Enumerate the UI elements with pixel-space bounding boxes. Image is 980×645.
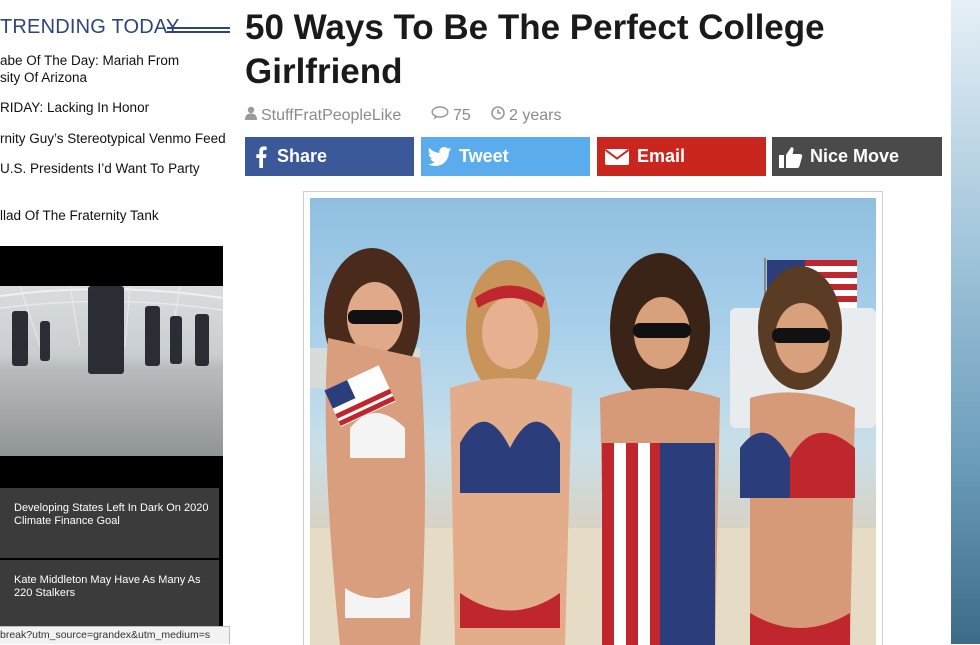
envelope-icon xyxy=(603,147,631,167)
video-thumbnail-figure xyxy=(88,286,124,374)
video-widget: Developing States Left In Dark On 2020 C… xyxy=(0,246,223,632)
video-card[interactable]: Kate Middleton May Have As Many As 220 S… xyxy=(0,560,219,626)
right-edge-background xyxy=(951,0,980,644)
article-image-frame xyxy=(303,191,883,645)
age-meta: 2 years xyxy=(491,106,561,125)
trending-title: TRENDING TODAY xyxy=(0,16,180,38)
clock-icon xyxy=(491,106,505,125)
trending-item[interactable]: llad Of The Fraternity Tank xyxy=(0,207,232,224)
nice-move-label: Nice Move xyxy=(810,146,900,166)
email-share-button[interactable]: Email xyxy=(597,137,766,176)
comment-count: 75 xyxy=(453,106,471,124)
article-image-illustration xyxy=(310,248,876,645)
trending-item-line: rnity Guy’s Stereotypical Venmo Feed xyxy=(0,131,226,146)
video-thumbnail-figure xyxy=(40,321,50,361)
trending-item-line: llad Of The Fraternity Tank xyxy=(0,208,159,223)
video-player[interactable] xyxy=(0,286,223,456)
user-icon xyxy=(245,106,257,125)
trending-item-line: abe Of The Day: Mariah From xyxy=(0,53,180,68)
author-meta[interactable]: StuffFratPeopleLike xyxy=(245,106,401,125)
trending-item-line: sity Of Arizona xyxy=(0,70,88,85)
comment-icon xyxy=(431,106,449,125)
author-name: StuffFratPeopleLike xyxy=(261,106,402,124)
figure-1 xyxy=(324,248,425,645)
video-card[interactable]: Developing States Left In Dark On 2020 C… xyxy=(0,488,219,558)
trending-item-line: RIDAY: Lacking In Honor xyxy=(0,100,150,115)
twitter-share-button[interactable]: Tweet xyxy=(421,137,590,176)
twitter-icon xyxy=(427,146,453,167)
figure-2 xyxy=(450,260,572,645)
nice-move-button[interactable]: Nice Move xyxy=(772,137,942,176)
facebook-icon xyxy=(251,145,271,168)
facebook-share-label: Share xyxy=(277,146,328,166)
trending-item[interactable]: RIDAY: Lacking In Honor xyxy=(0,99,232,116)
trending-header: TRENDING TODAY xyxy=(0,16,232,42)
comments-meta[interactable]: 75 xyxy=(431,106,471,125)
article-image[interactable] xyxy=(310,198,876,645)
trending-item[interactable]: rnity Guy’s Stereotypical Venmo Feed xyxy=(0,130,232,147)
trending-divider xyxy=(167,27,230,33)
share-bar: Share Tweet Email Nice Move xyxy=(245,137,942,176)
trending-item[interactable]: U.S. Presidents I’d Want To Party xyxy=(0,160,232,177)
thumbs-up-icon xyxy=(778,146,804,168)
video-thumbnail-figure xyxy=(12,311,28,366)
status-bar-url: break?utm_source=grandex&utm_medium=s xyxy=(0,626,230,644)
figure-3 xyxy=(600,253,720,645)
video-card-title: Developing States Left In Dark On 2020 C… xyxy=(14,502,209,527)
article-age: 2 years xyxy=(509,106,562,124)
video-thumbnail-figure xyxy=(195,314,209,366)
article-title: 50 Ways To Be The Perfect College Girlfr… xyxy=(245,8,825,91)
trending-item[interactable]: abe Of The Day: Mariah From sity Of Ariz… xyxy=(0,52,232,86)
video-thumbnail-floor xyxy=(0,371,223,456)
facebook-share-button[interactable]: Share xyxy=(245,137,414,176)
video-thumbnail-figure xyxy=(170,316,182,364)
video-thumbnail-figure xyxy=(145,306,160,366)
video-card-title: Kate Middleton May Have As Many As 220 S… xyxy=(14,574,201,599)
sidebar: TRENDING TODAY abe Of The Day: Mariah Fr… xyxy=(0,0,232,644)
email-share-label: Email xyxy=(637,146,686,166)
twitter-share-label: Tweet xyxy=(459,146,509,166)
trending-item-line: U.S. Presidents I’d Want To Party xyxy=(0,161,200,176)
